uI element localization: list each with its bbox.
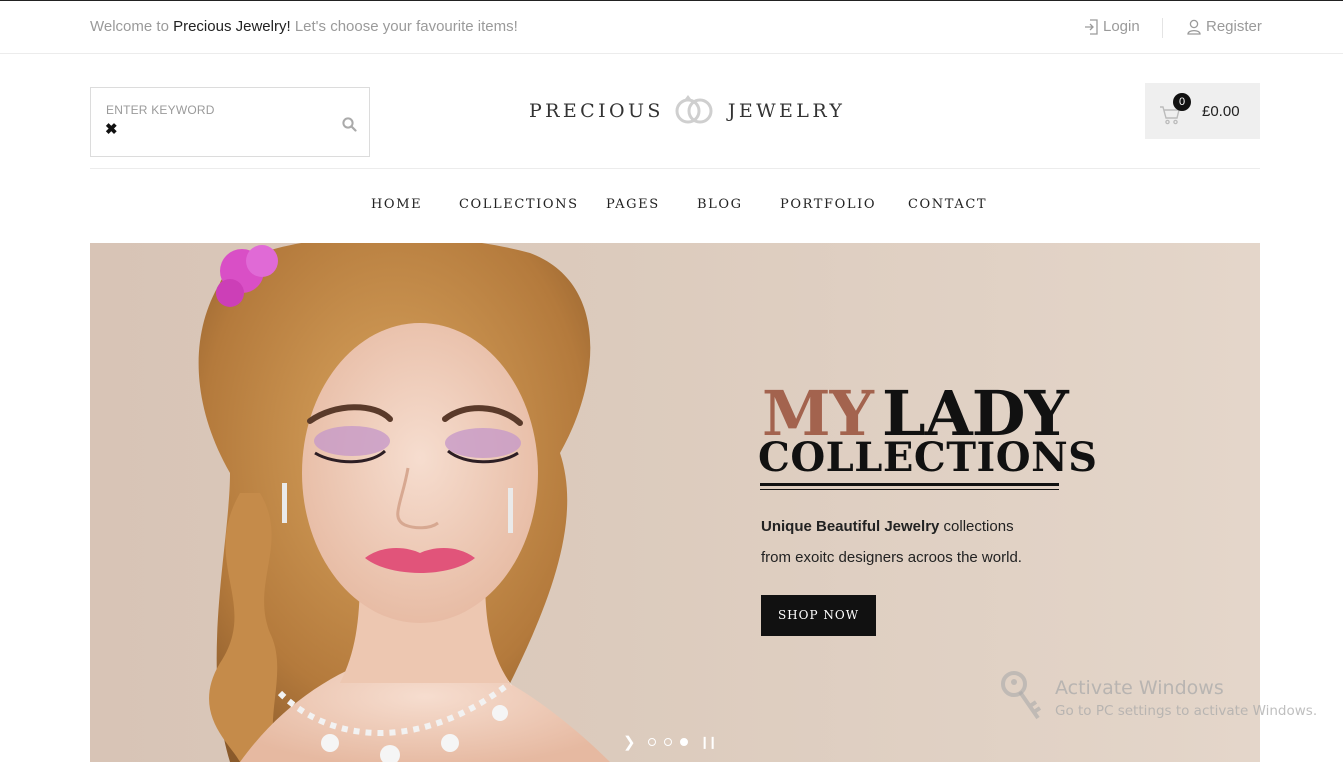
register-label: Register (1206, 18, 1262, 35)
login-link[interactable]: Login (1084, 18, 1140, 35)
logo-text-left: PRECIOUS (529, 100, 664, 122)
slider-dot-2[interactable] (663, 738, 672, 746)
close-icon[interactable]: ✖ (105, 122, 118, 138)
nav-item-contact[interactable]: CONTACT (908, 197, 987, 212)
shop-now-button[interactable]: SHOP NOW (761, 595, 876, 636)
pause-icon[interactable]: ❙❙ (700, 735, 718, 749)
slider-dot-3[interactable] (679, 738, 688, 746)
welcome-suffix: Let's choose your favourite items! (294, 18, 518, 35)
search-placeholder: ENTER KEYWORD (106, 103, 215, 117)
slider-controls: ❯ ❙❙ (623, 733, 718, 751)
search-input[interactable]: ENTER KEYWORD ✖ (90, 87, 370, 157)
hero-title-sub: COLLECTIONS (758, 434, 1098, 481)
chevron-right-icon[interactable]: ❯ (623, 733, 636, 751)
hero-desc-rest: collections (939, 518, 1014, 535)
nav-item-home[interactable]: HOME (371, 197, 422, 212)
nav-item-blog[interactable]: BLOG (697, 197, 743, 212)
cart-total: £0.00 (1202, 103, 1240, 120)
slider-dot-1[interactable] (647, 738, 656, 746)
welcome-brand: Precious Jewelry! (173, 18, 291, 35)
hero-title-underline-thin (760, 489, 1059, 490)
nav-divider (90, 168, 1260, 169)
cart-button[interactable]: 0 £0.00 (1145, 83, 1260, 139)
main-nav: HOME COLLECTIONS PAGES BLOG PORTFOLIO CO… (0, 197, 1343, 217)
hero-desc-line1: Unique Beautiful Jewelry collections (761, 511, 1081, 542)
login-label: Login (1103, 18, 1140, 35)
nav-item-portfolio[interactable]: PORTFOLIO (780, 197, 876, 212)
logo-text-right: JEWELRY (727, 100, 846, 122)
register-link[interactable]: Register (1187, 18, 1262, 35)
welcome-prefix: Welcome to (90, 18, 169, 35)
nav-item-collections[interactable]: COLLECTIONS (459, 197, 579, 212)
site-logo[interactable]: PRECIOUS JEWELRY (529, 91, 845, 131)
key-icon (1000, 670, 1048, 727)
activate-windows-watermark: Activate Windows Go to PC settings to ac… (1000, 670, 1330, 730)
hero-title-underline (760, 483, 1059, 486)
nav-item-pages[interactable]: PAGES (606, 197, 660, 212)
user-icon (1187, 19, 1201, 35)
search-icon[interactable] (342, 117, 357, 137)
hero-description: Unique Beautiful Jewelry collections fro… (761, 511, 1081, 573)
rings-icon (674, 93, 714, 130)
watermark-title: Activate Windows (1055, 677, 1224, 699)
top-bar: Welcome to Precious Jewelry! Let's choos… (0, 1, 1343, 54)
login-icon (1084, 18, 1098, 35)
account-divider (1162, 18, 1163, 38)
cart-count-badge: 0 (1173, 93, 1191, 111)
welcome-message: Welcome to Precious Jewelry! Let's choos… (90, 18, 518, 35)
watermark-subtitle: Go to PC settings to activate Windows. (1055, 703, 1318, 719)
hero-desc-line2: from exoitc designers acroos the world. (761, 549, 1022, 566)
hero-desc-bold: Unique Beautiful Jewelry (761, 518, 940, 535)
